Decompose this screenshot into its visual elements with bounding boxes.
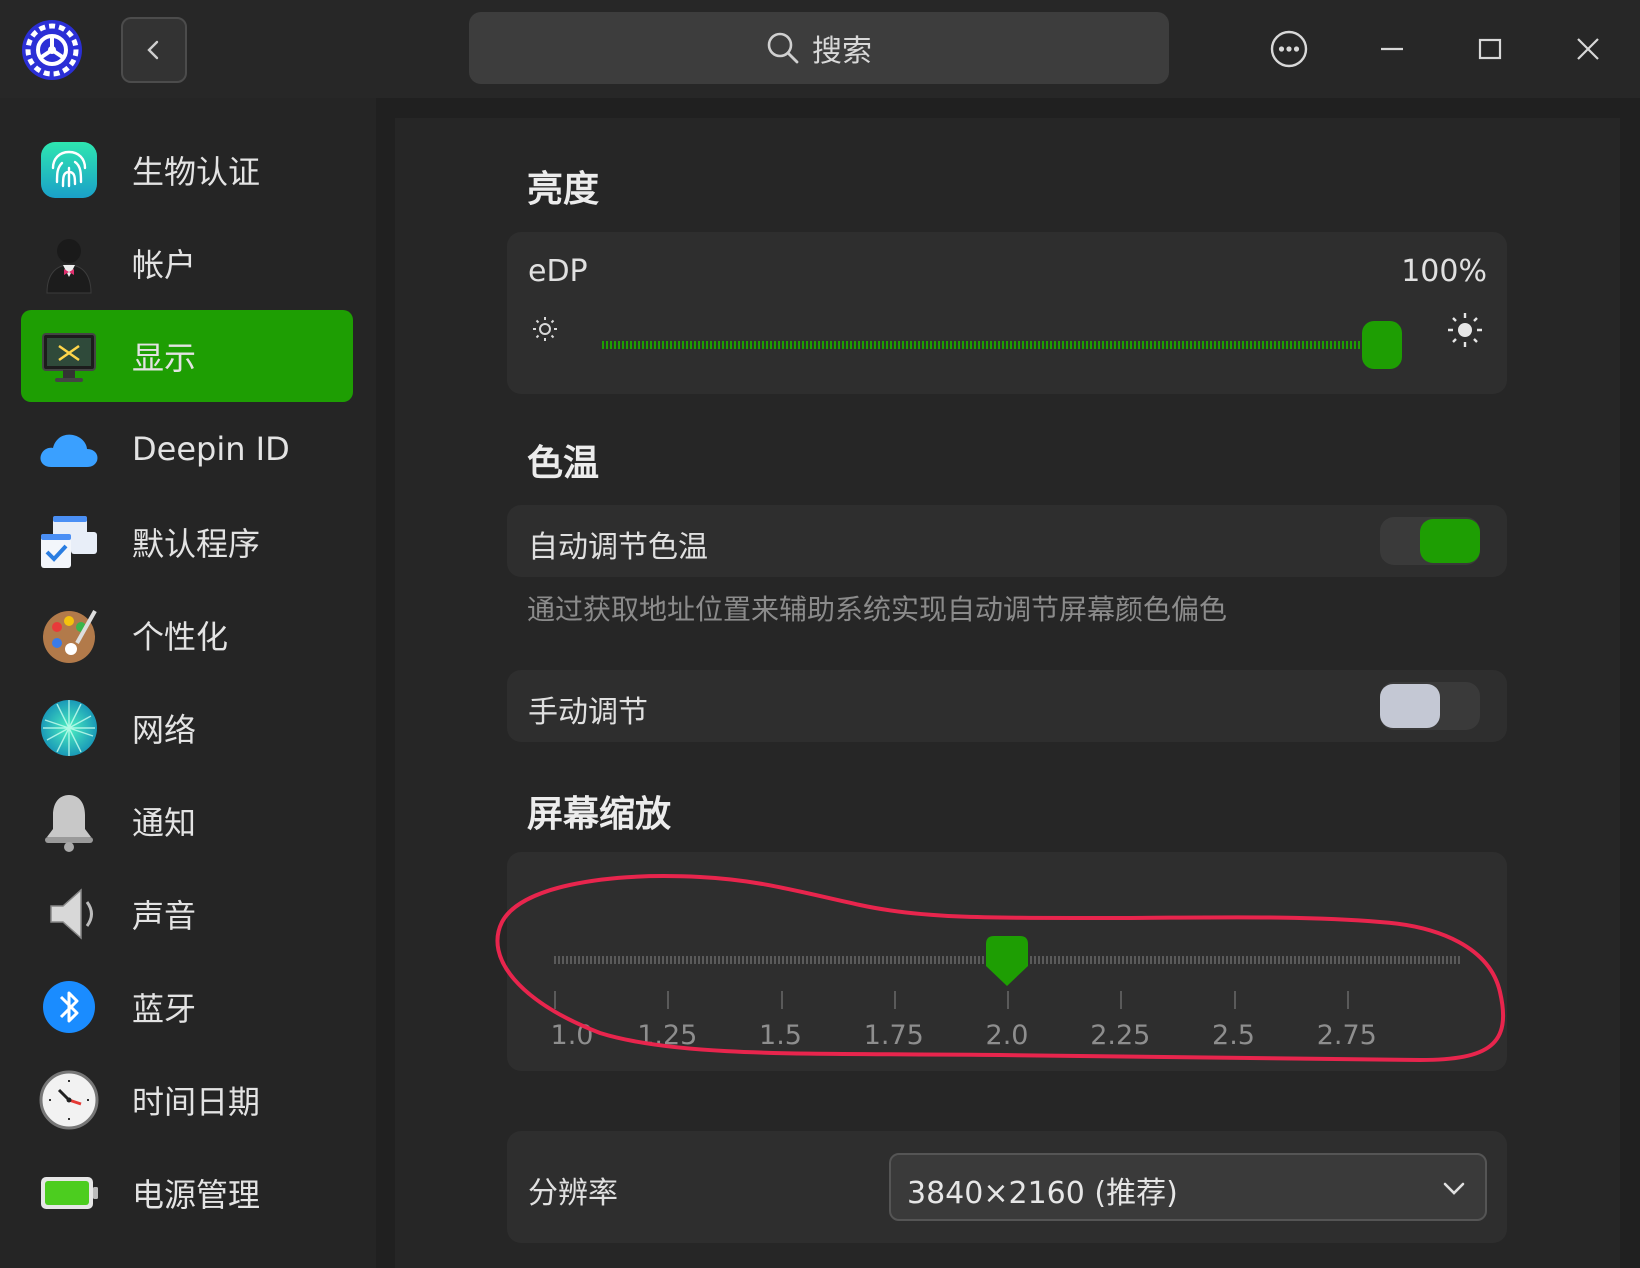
manual-adjust-label: 手动调节 xyxy=(528,695,648,730)
scaling-tick xyxy=(1120,991,1123,1009)
brightness-low-icon xyxy=(533,317,557,341)
manual-adjust-toggle[interactable] xyxy=(1380,682,1480,730)
scaling-tick-label: 1.5 xyxy=(759,1020,802,1051)
sidebar-item-display[interactable]: 显示 xyxy=(21,310,353,402)
sidebar-item-label: 生物认证 xyxy=(132,153,261,191)
sidebar-item-bluetooth[interactable]: 蓝牙 xyxy=(21,961,353,1053)
maximize-icon xyxy=(1478,38,1502,60)
brightness-value: 100% xyxy=(1401,254,1487,289)
sidebar-item-label: 帐户 xyxy=(132,246,197,284)
resolution-value: 3840×2160 (推荐) xyxy=(907,1176,1178,1211)
brightness-title: 亮度 xyxy=(527,169,600,210)
sidebar-item-label: 电源管理 xyxy=(132,1176,261,1214)
scaling-tick-label: 1.75 xyxy=(863,1020,924,1051)
scaling-tick xyxy=(667,991,670,1009)
cloud-icon xyxy=(40,434,98,467)
sidebar-item-label: 默认程序 xyxy=(132,525,261,563)
sidebar-item-label: 显示 xyxy=(132,339,197,377)
display-icon xyxy=(42,333,96,382)
brightness-card: eDP 100% xyxy=(507,232,1507,394)
close-button[interactable] xyxy=(1563,24,1613,74)
sidebar-item-default-apps[interactable]: 默认程序 xyxy=(21,496,353,588)
clock-icon xyxy=(39,1070,99,1130)
sidebar-item-datetime[interactable]: 时间日期 xyxy=(21,1054,353,1146)
sidebar-item-notifications[interactable]: 通知 xyxy=(21,775,353,867)
sidebar-item-sound[interactable]: 声音 xyxy=(21,868,353,960)
close-icon xyxy=(1577,38,1599,60)
title-bar: 搜索 xyxy=(0,0,1640,98)
scaling-tick xyxy=(554,991,556,1009)
more-icon xyxy=(1270,30,1308,68)
scaling-tick-label: 2.25 xyxy=(1090,1020,1151,1051)
sidebar: 生物认证 帐户 显示 Deepin ID 默认程序 个性化 网络 通知 声音 蓝… xyxy=(0,98,376,1268)
search-input[interactable]: 搜索 xyxy=(469,12,1169,84)
bluetooth-icon xyxy=(43,981,95,1033)
sidebar-item-biometric[interactable]: 生物认证 xyxy=(21,124,353,216)
sidebar-item-label: 网络 xyxy=(132,711,197,749)
scaling-tick xyxy=(1233,991,1236,1009)
scaling-tick xyxy=(1346,991,1349,1009)
sidebar-item-label: 通知 xyxy=(132,804,197,842)
speaker-icon xyxy=(50,888,93,940)
scaling-card: 1.0 1.25 1.5 1.75 2.0 2.25 2.5 2.75 xyxy=(507,852,1507,1071)
bell-icon xyxy=(45,795,93,852)
resolution-label: 分辨率 xyxy=(528,1176,618,1211)
resolution-dropdown[interactable]: 3840×2160 (推荐) xyxy=(889,1153,1487,1221)
auto-color-temp-hint: 通过获取地址位置来辅助系统实现自动调节屏幕颜色偏色 xyxy=(527,593,1228,626)
sidebar-item-power[interactable]: 电源管理 xyxy=(21,1147,353,1239)
app-settings-icon xyxy=(22,20,82,80)
minimize-button[interactable] xyxy=(1367,24,1417,74)
back-button[interactable] xyxy=(121,17,187,83)
network-icon xyxy=(41,700,97,756)
chevron-down-icon xyxy=(1443,1182,1465,1195)
default-apps-icon xyxy=(41,516,97,568)
minimize-icon xyxy=(1381,47,1403,51)
sidebar-item-label: 蓝牙 xyxy=(132,990,197,1028)
search-placeholder: 搜索 xyxy=(812,34,872,69)
maximize-button[interactable] xyxy=(1465,24,1515,74)
manual-adjust-row: 手动调节 xyxy=(507,670,1507,742)
chevron-left-icon xyxy=(147,40,159,60)
sidebar-item-label: Deepin ID xyxy=(132,430,290,468)
scaling-tick xyxy=(1007,991,1009,1009)
palette-icon xyxy=(43,610,97,663)
scaling-tick-label: 2.5 xyxy=(1212,1020,1255,1051)
sidebar-item-label: 时间日期 xyxy=(132,1083,261,1121)
sidebar-item-account[interactable]: 帐户 xyxy=(21,217,353,309)
brightness-slider-handle[interactable] xyxy=(1362,321,1402,369)
brightness-slider-track[interactable] xyxy=(602,341,1402,349)
resolution-row: 分辨率 3840×2160 (推荐) xyxy=(507,1131,1507,1243)
scaling-tick-label: 1.0 xyxy=(550,1020,594,1051)
color-temp-title: 色温 xyxy=(527,443,600,484)
scaling-tick xyxy=(780,991,783,1009)
sidebar-item-deepin-id[interactable]: Deepin ID xyxy=(21,403,353,495)
auto-color-temp-row: 自动调节色温 xyxy=(507,505,1507,577)
brightness-high-icon xyxy=(1448,313,1482,347)
sidebar-item-network[interactable]: 网络 xyxy=(21,682,353,774)
toggle-knob xyxy=(1420,519,1480,563)
more-button[interactable] xyxy=(1264,24,1314,74)
battery-icon xyxy=(41,1177,98,1209)
sidebar-item-label: 个性化 xyxy=(132,618,229,656)
fingerprint-icon xyxy=(41,142,97,198)
monitor-name: eDP xyxy=(528,254,588,289)
sidebar-item-label: 声音 xyxy=(132,897,197,935)
auto-color-temp-label: 自动调节色温 xyxy=(528,530,708,565)
auto-color-temp-toggle[interactable] xyxy=(1380,517,1480,565)
scaling-tick-label: 2.0 xyxy=(985,1020,1029,1051)
scaling-tick xyxy=(893,991,896,1009)
scaling-title: 屏幕缩放 xyxy=(527,794,672,835)
account-icon xyxy=(46,239,92,294)
scaling-slider-handle[interactable] xyxy=(986,936,1028,986)
scaling-tick-label: 2.75 xyxy=(1316,1020,1377,1051)
sidebar-item-personalization[interactable]: 个性化 xyxy=(21,589,353,681)
search-icon xyxy=(767,32,799,64)
scaling-tick-label: 1.25 xyxy=(637,1020,698,1051)
toggle-knob xyxy=(1380,684,1440,728)
